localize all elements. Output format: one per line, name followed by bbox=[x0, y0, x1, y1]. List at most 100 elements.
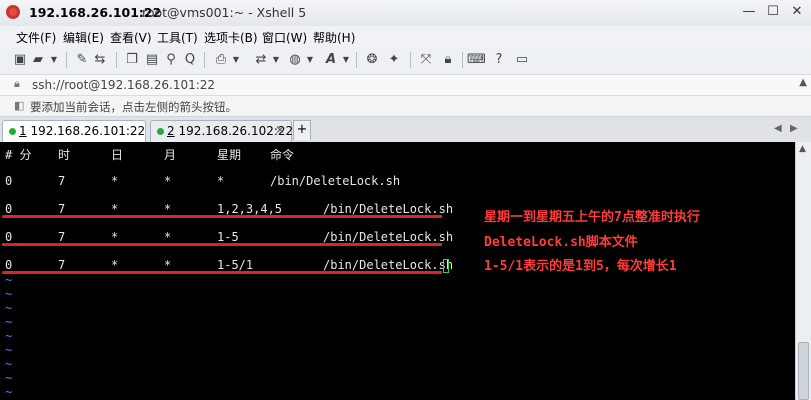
add-session-arrow-icon[interactable]: ◧ bbox=[14, 99, 24, 112]
cell-minute: 0 bbox=[5, 258, 13, 272]
tab-scroll-right-icon[interactable]: ▶ bbox=[790, 123, 798, 134]
cell-day: * bbox=[111, 202, 119, 216]
close-button[interactable]: ✕ bbox=[785, 3, 809, 21]
script-icon[interactable]: ❂ bbox=[364, 52, 380, 68]
print-icon[interactable]: ⎙ bbox=[213, 52, 229, 68]
cell-hour: 7 bbox=[58, 230, 66, 244]
annotation-line-2: DeleteLock.sh脚本文件 bbox=[484, 235, 638, 250]
lock-icon: 🔒︎ bbox=[14, 77, 20, 90]
highlight-underline bbox=[2, 215, 442, 218]
connected-status-icon bbox=[9, 128, 16, 135]
menu-tabs[interactable]: 选项卡(B) bbox=[204, 29, 258, 46]
header-command: 命令 bbox=[270, 148, 295, 162]
cell-command: /bin/DeleteLock.sh bbox=[270, 174, 401, 188]
cell-weekday: 1,2,3,4,5 bbox=[217, 202, 283, 216]
tab-session-2[interactable]: 2 192.168.26.102:22 ✕ bbox=[150, 120, 293, 142]
help-icon[interactable]: ? bbox=[491, 52, 507, 68]
highlight-underline bbox=[2, 271, 442, 274]
font-icon[interactable]: A bbox=[323, 52, 339, 68]
font-dropdown-icon[interactable]: ▼ bbox=[338, 52, 354, 68]
address-scroll-icon[interactable]: ▲ bbox=[799, 77, 807, 88]
menu-file[interactable]: 文件(F) bbox=[16, 29, 56, 46]
empty-line-tilde: ~ bbox=[5, 385, 13, 399]
close-tab-icon[interactable]: ✕ bbox=[275, 123, 285, 137]
cell-hour: 7 bbox=[58, 174, 66, 188]
scrollbar-thumb[interactable] bbox=[798, 342, 809, 400]
cell-hour: 7 bbox=[58, 202, 66, 216]
minimize-button[interactable]: — bbox=[737, 3, 761, 21]
empty-line-tilde: ~ bbox=[5, 273, 13, 287]
menu-tools[interactable]: 工具(T) bbox=[157, 29, 198, 46]
scroll-up-icon[interactable]: ▲ bbox=[799, 144, 806, 154]
cell-month: * bbox=[164, 174, 172, 188]
header-weekday: 星期 bbox=[217, 148, 242, 162]
maximize-button[interactable]: ☐ bbox=[761, 3, 785, 21]
open-folder-icon[interactable]: ▰ bbox=[30, 52, 46, 68]
address-bar: 🔒︎ ssh://root@192.168.26.101:22 ▲ bbox=[0, 75, 811, 96]
annotation-line-1: 星期一到星期五上午的7点整准时执行 bbox=[484, 210, 700, 225]
reconnect-icon[interactable]: ⇆ bbox=[92, 52, 108, 68]
empty-line-tilde: ~ bbox=[5, 329, 13, 343]
globe-dropdown-icon[interactable]: ▼ bbox=[302, 52, 318, 68]
print-dropdown-icon[interactable]: ▼ bbox=[228, 52, 244, 68]
cell-month: * bbox=[164, 202, 172, 216]
find-icon[interactable]: ⚲ bbox=[163, 52, 179, 68]
toolbar-separator bbox=[204, 52, 205, 68]
tab-number: 2 bbox=[167, 124, 175, 138]
menu-view[interactable]: 查看(V) bbox=[110, 29, 152, 46]
header-month: 月 bbox=[164, 148, 177, 162]
new-tab-button[interactable]: + bbox=[293, 120, 311, 140]
keyboard-icon[interactable]: ⌨ bbox=[467, 52, 486, 68]
chat-icon[interactable]: ▭ bbox=[514, 52, 530, 68]
tab-bar: 1 192.168.26.101:22 2 192.168.26.102:22 … bbox=[0, 117, 811, 144]
cell-day: * bbox=[111, 174, 119, 188]
cell-month: * bbox=[164, 230, 172, 244]
globe-icon[interactable]: ◍ bbox=[287, 52, 303, 68]
xshell-app-icon[interactable] bbox=[6, 5, 20, 19]
tab-session-1[interactable]: 1 192.168.26.101:22 bbox=[2, 120, 146, 142]
cell-command: /bin/DeleteLock.sh bbox=[323, 230, 454, 244]
toolbar-separator bbox=[410, 52, 411, 68]
cell-weekday: 1-5 bbox=[217, 230, 239, 244]
address-field[interactable]: ssh://root@192.168.26.101:22 bbox=[32, 78, 215, 92]
copy-icon[interactable]: ❐ bbox=[124, 52, 140, 68]
paste-icon[interactable]: ▤ bbox=[144, 52, 160, 68]
cell-command: /bin/DeleteLock.sh bbox=[323, 258, 454, 272]
toolbar-separator bbox=[462, 52, 463, 68]
cell-minute: 0 bbox=[5, 174, 13, 188]
zoom-icon[interactable]: Q bbox=[182, 52, 198, 68]
connected-status-icon bbox=[157, 128, 164, 135]
empty-line-tilde: ~ bbox=[5, 315, 13, 329]
record-icon[interactable]: ✦ bbox=[386, 52, 402, 68]
empty-line-tilde: ~ bbox=[5, 301, 13, 315]
terminal-scrollbar[interactable]: ▲ bbox=[795, 142, 811, 400]
empty-line-tilde: ~ bbox=[5, 371, 13, 385]
new-session-icon[interactable]: ▣ bbox=[12, 52, 28, 68]
tab-scroll-left-icon[interactable]: ◀ bbox=[774, 123, 782, 134]
lock-icon[interactable]: 🔒︎ bbox=[440, 52, 456, 68]
properties-icon[interactable]: ✎ bbox=[74, 52, 90, 68]
cell-hour: 7 bbox=[58, 258, 66, 272]
header-minute: # 分 bbox=[5, 148, 32, 162]
fullscreen-icon[interactable]: ⤧ bbox=[418, 52, 434, 68]
cell-weekday: 1-5/1 bbox=[217, 258, 254, 272]
toolbar: ▣ ▰ ▼ ✎ ⇆ ❐ ▤ ⚲ Q ⎙ ▼ ⇄ ▼ ◍ ▼ A ▼ ❂ ✦ ⤧ … bbox=[0, 46, 811, 75]
transfer-icon[interactable]: ⇄ bbox=[253, 52, 269, 68]
cell-day: * bbox=[111, 230, 119, 244]
cell-minute: 0 bbox=[5, 230, 13, 244]
header-hour: 时 bbox=[58, 148, 71, 162]
menu-edit[interactable]: 编辑(E) bbox=[63, 29, 104, 46]
hint-text: 要添加当前会话，点击左侧的箭头按钮。 bbox=[30, 100, 237, 114]
toolbar-separator bbox=[66, 52, 67, 68]
menu-window[interactable]: 窗口(W) bbox=[262, 29, 307, 46]
empty-line-tilde: ~ bbox=[5, 287, 13, 301]
menu-help[interactable]: 帮助(H) bbox=[313, 29, 355, 46]
transfer-dropdown-icon[interactable]: ▼ bbox=[268, 52, 284, 68]
cell-command: /bin/DeleteLock.sh bbox=[323, 202, 454, 216]
terminal-area[interactable]: # 分 时 日 月 星期 命令 0 7 * * * /bin/DeleteLoc… bbox=[0, 142, 795, 400]
crontab-row: 0 7 * * * /bin/DeleteLock.sh bbox=[0, 174, 795, 190]
dropdown-icon[interactable]: ▼ bbox=[46, 52, 62, 68]
tab-label: 1 192.168.26.101:22 bbox=[19, 124, 145, 138]
tab-number: 1 bbox=[19, 124, 27, 138]
cell-minute: 0 bbox=[5, 202, 13, 216]
